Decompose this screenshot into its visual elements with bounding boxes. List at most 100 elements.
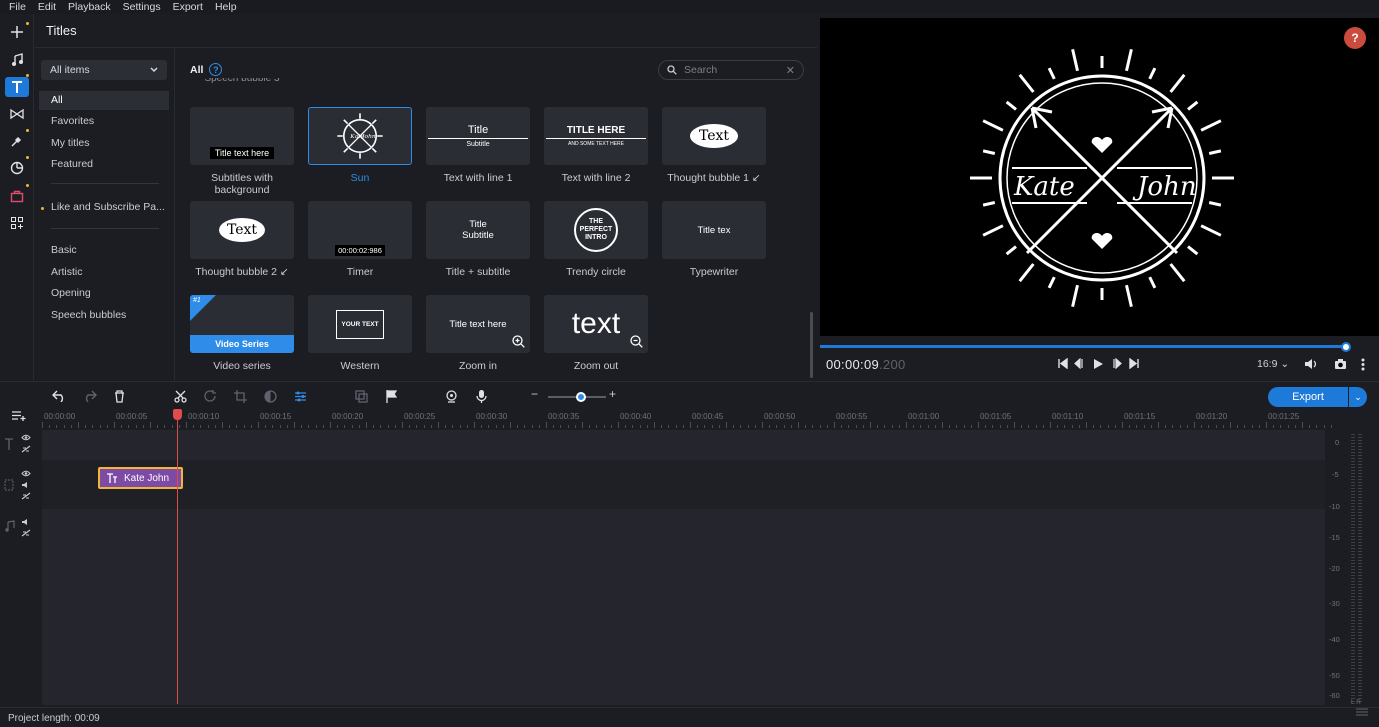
undo-icon[interactable] bbox=[52, 390, 67, 402]
title-tile-sun[interactable]: Kate John Sun bbox=[308, 107, 412, 184]
player-controls: 00:00:09.200 16:9 ⌄ bbox=[820, 350, 1379, 380]
title-tile-zoom-in[interactable]: Title text here Zoom in bbox=[426, 295, 530, 372]
clear-search-icon[interactable]: ✕ bbox=[786, 64, 795, 77]
search-input[interactable]: Search bbox=[684, 64, 717, 76]
audio-track[interactable] bbox=[42, 509, 1325, 705]
menu-help[interactable]: Help bbox=[209, 0, 243, 14]
title-tile-trendy-circle[interactable]: THE PERFECT INTRO Trendy circle bbox=[544, 201, 648, 278]
title-tile-video-series[interactable]: #1 Video Series Video series bbox=[190, 295, 294, 372]
overlay-icon[interactable] bbox=[355, 390, 368, 403]
title-tile-text-with-line-1[interactable]: Title Subtitle Text with line 1 bbox=[426, 107, 530, 184]
help-circle-icon[interactable]: ? bbox=[209, 63, 223, 76]
menu-export[interactable]: Export bbox=[167, 0, 209, 14]
ruler-mark bbox=[1086, 422, 1087, 428]
skip-end-icon[interactable] bbox=[1129, 358, 1139, 369]
play-icon[interactable] bbox=[1093, 358, 1104, 370]
clip-properties-icon[interactable] bbox=[294, 390, 307, 403]
ruler-mark bbox=[301, 425, 303, 428]
playhead-handle[interactable] bbox=[173, 409, 182, 420]
sun-ray bbox=[982, 149, 996, 155]
title-tile-thought-bubble-2[interactable]: Text Thought bubble 2 ↙ bbox=[190, 201, 294, 278]
export-options-chevron-icon[interactable]: ⌄ bbox=[1349, 387, 1367, 407]
rotate-icon[interactable] bbox=[204, 390, 217, 403]
crop-icon[interactable] bbox=[234, 390, 247, 403]
ruler-mark bbox=[459, 425, 461, 428]
split-scissors-icon[interactable] bbox=[174, 390, 187, 403]
title-tile-text-with-line-2[interactable]: TITLE HERE AND SOME TEXT HERE Text with … bbox=[544, 107, 648, 184]
more-options-icon[interactable] bbox=[1361, 358, 1365, 371]
menu-playback[interactable]: Playback bbox=[62, 0, 117, 14]
category-opening[interactable]: Opening bbox=[39, 284, 169, 303]
skip-start-icon[interactable] bbox=[1058, 358, 1068, 369]
transitions-icon[interactable] bbox=[5, 104, 29, 124]
title-tile-typewriter[interactable]: Title tex Typewriter bbox=[662, 201, 766, 278]
zoom-in-button[interactable]: + bbox=[609, 387, 616, 401]
title-tile-timer[interactable]: 00:00:02:986 Timer bbox=[308, 201, 412, 278]
tile-label: Text with line 2 bbox=[561, 172, 631, 184]
title-tile-thought-bubble-1[interactable]: Text Thought bubble 1 ↙ bbox=[662, 107, 766, 184]
webcam-record-icon[interactable] bbox=[445, 390, 458, 403]
store-icon[interactable] bbox=[5, 184, 29, 206]
microphone-icon[interactable] bbox=[476, 390, 487, 403]
items-dropdown[interactable]: All items bbox=[41, 60, 167, 80]
zoom-slider-handle[interactable] bbox=[576, 392, 586, 402]
category-artistic[interactable]: Artistic bbox=[39, 263, 169, 282]
next-frame-icon[interactable] bbox=[1112, 358, 1122, 369]
category-all[interactable]: All bbox=[39, 91, 169, 110]
video-track[interactable] bbox=[42, 460, 1325, 509]
title-tile-zoom-out[interactable]: text Zoom out bbox=[544, 295, 648, 372]
category-basic[interactable]: Basic bbox=[39, 241, 169, 260]
music-icon[interactable] bbox=[5, 50, 29, 70]
title-clip[interactable]: Kate John bbox=[98, 467, 183, 489]
lock-link-icon[interactable] bbox=[21, 445, 31, 453]
mute-icon[interactable] bbox=[21, 518, 31, 526]
category-speech-bubbles[interactable]: Speech bubbles bbox=[39, 306, 169, 325]
menu-file[interactable]: File bbox=[0, 0, 32, 14]
lock-link-icon[interactable] bbox=[21, 492, 31, 500]
add-track-icon[interactable] bbox=[12, 410, 26, 421]
search-box[interactable]: Search ✕ bbox=[658, 60, 804, 80]
color-adjust-icon[interactable] bbox=[264, 390, 277, 403]
ruler-mark bbox=[582, 422, 583, 428]
ruler-mark bbox=[322, 425, 324, 428]
thumb-text: THE PERFECT INTRO bbox=[574, 208, 618, 252]
add-files-icon[interactable] bbox=[5, 22, 29, 42]
mute-icon[interactable] bbox=[21, 481, 31, 489]
category-my-titles[interactable]: My titles bbox=[39, 134, 169, 153]
delete-icon[interactable] bbox=[114, 390, 125, 403]
menu-settings[interactable]: Settings bbox=[117, 0, 167, 14]
filters-icon[interactable] bbox=[5, 129, 29, 151]
ruler-mark bbox=[754, 425, 756, 428]
title-tile-title-subtitle[interactable]: Title Subtitle Title + subtitle bbox=[426, 201, 530, 278]
ruler-mark bbox=[186, 422, 187, 428]
export-button[interactable]: Export bbox=[1268, 387, 1348, 407]
title-tile-western[interactable]: YOUR TEXT Western bbox=[308, 295, 412, 372]
timeline-ruler[interactable]: 00:00:00 00:00:05 00:00:10 00:00:15 00:00:20… bbox=[42, 408, 1332, 430]
redo-icon[interactable] bbox=[82, 390, 97, 402]
seek-bar[interactable] bbox=[820, 345, 1350, 348]
visibility-eye-icon[interactable] bbox=[21, 470, 31, 477]
sun-ray bbox=[1005, 100, 1017, 111]
help-button[interactable]: ? bbox=[1344, 27, 1366, 49]
meter-level-label: -50 bbox=[1329, 671, 1340, 680]
menu-edit[interactable]: Edit bbox=[32, 0, 62, 14]
ruler-mark bbox=[222, 422, 223, 428]
marker-flag-icon[interactable] bbox=[386, 390, 397, 403]
aspect-ratio-select[interactable]: 16:9 ⌄ bbox=[1257, 358, 1289, 370]
titles-icon[interactable] bbox=[5, 74, 29, 97]
zoom-out-button[interactable]: − bbox=[531, 387, 538, 401]
grid-scrollbar[interactable] bbox=[810, 312, 813, 378]
visibility-eye-icon[interactable] bbox=[21, 434, 31, 441]
snapshot-icon[interactable] bbox=[1334, 358, 1347, 370]
category-featured[interactable]: Featured bbox=[39, 155, 169, 174]
category-favorites[interactable]: Favorites bbox=[39, 112, 169, 131]
stickers-icon[interactable] bbox=[5, 156, 29, 178]
title-tile-subtitles-background[interactable]: Title text here Subtitles with backgroun… bbox=[190, 107, 294, 196]
ruler-mark bbox=[330, 422, 331, 428]
lock-link-icon[interactable] bbox=[21, 529, 31, 537]
title-track[interactable] bbox=[42, 430, 1325, 460]
volume-icon[interactable] bbox=[1304, 358, 1319, 370]
category-like-subscribe-pack[interactable]: Like and Subscribe Pa... bbox=[39, 198, 169, 217]
more-tools-icon[interactable] bbox=[5, 213, 29, 233]
previous-frame-icon[interactable] bbox=[1074, 358, 1084, 369]
